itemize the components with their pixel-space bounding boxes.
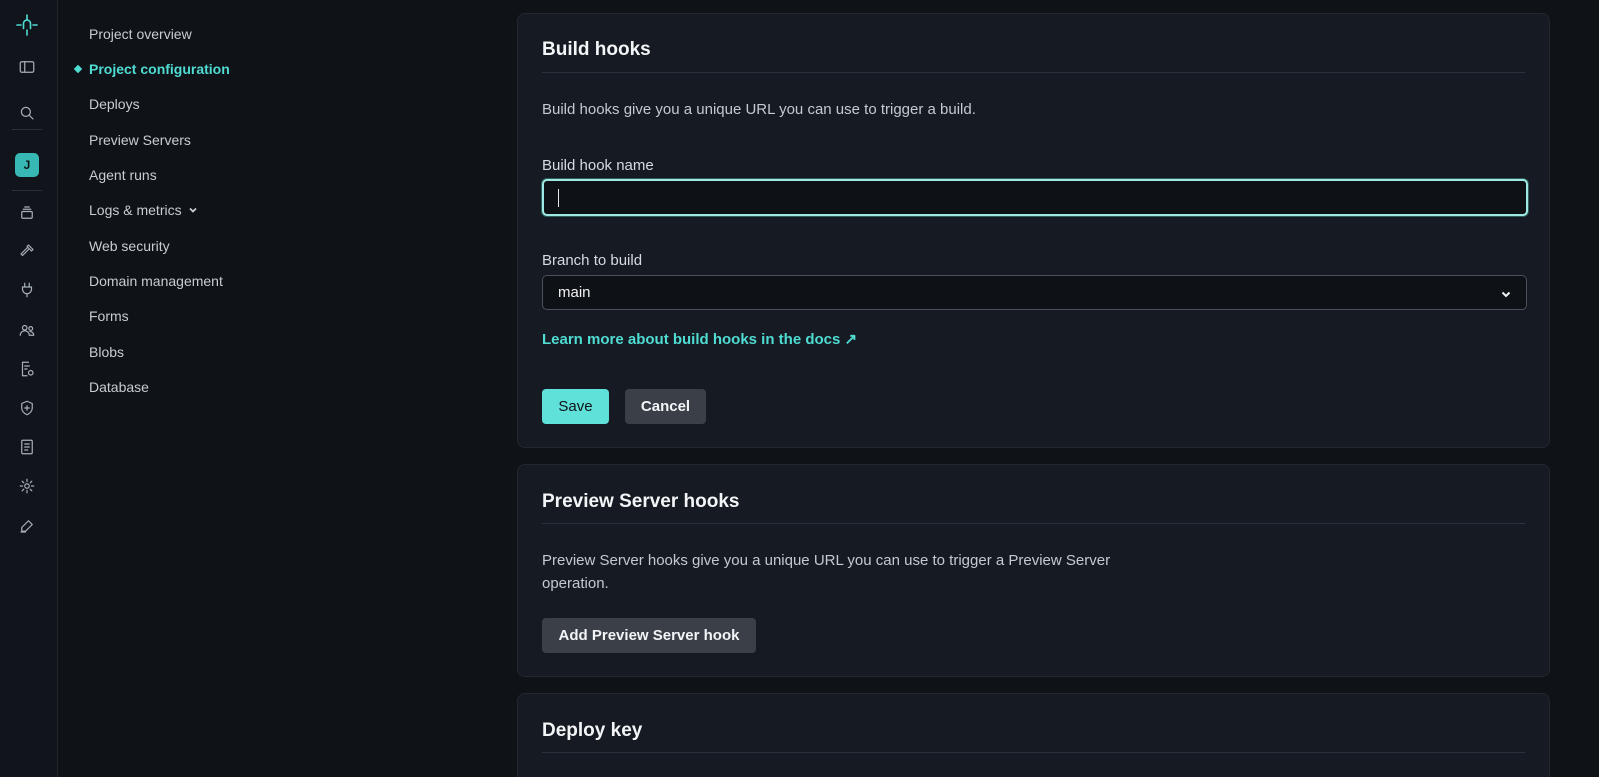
nav-item-label: Deploys [89, 96, 140, 112]
nav-item-label: Web security [89, 238, 170, 254]
nav-item-project-overview[interactable]: Project overview [89, 22, 192, 46]
cancel-button[interactable]: Cancel [625, 389, 706, 424]
nav-item-agent-runs[interactable]: Agent runs [89, 163, 157, 187]
app: J Project overview Project configuration… [0, 0, 1599, 777]
save-button[interactable]: Save [542, 389, 609, 424]
shield-icon[interactable] [14, 395, 40, 421]
book-icon[interactable] [14, 434, 40, 460]
users-icon[interactable] [14, 317, 40, 343]
nav-item-label: Domain management [89, 273, 223, 289]
build-hooks-docs-link[interactable]: Learn more about build hooks in the docs… [542, 330, 857, 348]
branch-select[interactable]: main [542, 275, 1527, 310]
nav-item-domain-management[interactable]: Domain management [89, 269, 223, 293]
rail-divider [12, 190, 42, 191]
build-hooks-description: Build hooks give you a unique URL you ca… [542, 101, 976, 118]
build-hook-name-label: Build hook name [542, 157, 654, 174]
nav-item-label: Blobs [89, 344, 125, 360]
divider [542, 752, 1525, 753]
nav-item-forms[interactable]: Forms [89, 304, 129, 328]
nav-item-project-configuration[interactable]: Project configuration [73, 57, 230, 81]
nav-item-label: Database [89, 379, 149, 395]
rail-divider [12, 129, 42, 130]
nav-item-web-security[interactable]: Web security [89, 234, 170, 258]
branch-to-build-label: Branch to build [542, 252, 643, 269]
layers-icon[interactable] [14, 200, 40, 226]
sidebar-toggle-icon[interactable] [14, 54, 40, 80]
chevron-down-icon [188, 207, 197, 213]
build-hooks-card: Build hooks Build hooks give you a uniqu… [517, 13, 1550, 448]
nav-item-label: Preview Servers [89, 132, 191, 148]
edit-icon[interactable] [14, 513, 40, 539]
deploy-key-card: Deploy key [517, 693, 1550, 777]
preview-server-hooks-title: Preview Server hooks [542, 491, 740, 512]
divider [542, 523, 1525, 524]
chevron-down-icon [1501, 291, 1511, 298]
nav-item-preview-servers[interactable]: Preview Servers [89, 128, 191, 152]
nav-item-label: Forms [89, 308, 129, 324]
plug-icon[interactable] [14, 277, 40, 303]
nav-item-database[interactable]: Database [89, 375, 149, 399]
icon-rail: J [0, 0, 58, 777]
side-navigation: Project overview Project configuration D… [58, 0, 498, 777]
deploy-key-title: Deploy key [542, 720, 643, 741]
text-caret [558, 189, 559, 207]
add-preview-server-hook-button[interactable]: Add Preview Server hook [542, 618, 756, 653]
netlify-logo-icon[interactable] [14, 12, 40, 38]
gear-icon[interactable] [14, 473, 40, 499]
branch-select-value: main [558, 284, 591, 301]
nav-item-blobs[interactable]: Blobs [89, 340, 124, 364]
nav-item-logs-metrics[interactable]: Logs & metrics [89, 198, 198, 222]
avatar[interactable]: J [15, 153, 39, 177]
nav-item-label: Agent runs [89, 167, 157, 183]
nav-item-label: Logs & metrics [89, 202, 182, 218]
build-hook-name-input[interactable] [542, 179, 1528, 216]
preview-server-hooks-description: Preview Server hooks give you a unique U… [542, 552, 1111, 592]
preview-server-hooks-card: Preview Server hooks Preview Server hook… [517, 464, 1550, 677]
active-indicator-icon [73, 64, 83, 74]
divider [542, 72, 1525, 73]
document-settings-icon[interactable] [14, 356, 40, 382]
build-hooks-title: Build hooks [542, 39, 651, 60]
nav-item-label: Project configuration [89, 61, 230, 77]
nav-item-label: Project overview [89, 26, 192, 42]
nav-item-deploys[interactable]: Deploys [89, 92, 140, 116]
search-icon[interactable] [14, 100, 40, 126]
hammer-icon[interactable] [14, 238, 40, 264]
